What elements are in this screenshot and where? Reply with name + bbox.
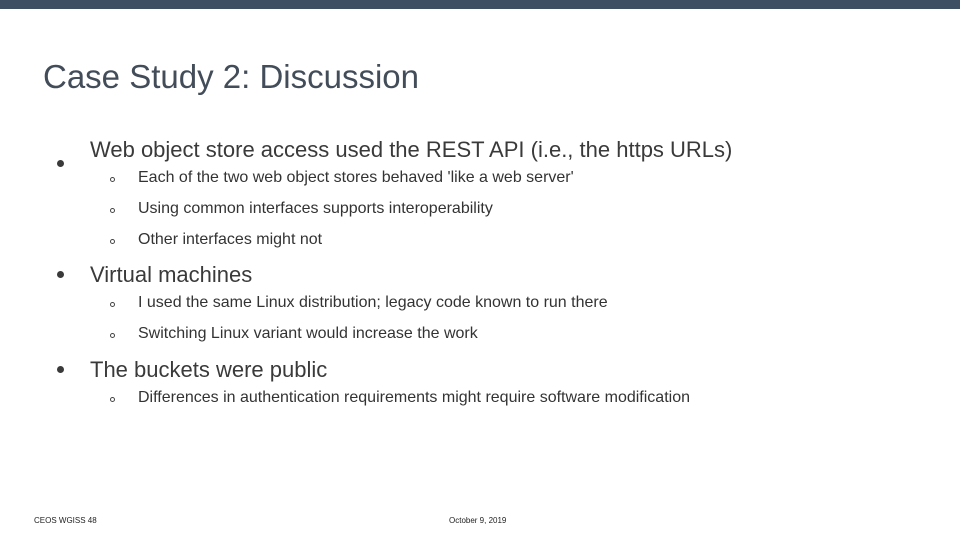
sub-bullet-item: Switching Linux variant would increase t…	[138, 325, 478, 342]
hollow-bullet-icon	[110, 302, 115, 307]
sub-bullet-item: Each of the two web object stores behave…	[138, 169, 574, 186]
sub-bullet-item: Differences in authentication requiremen…	[138, 389, 690, 406]
bullet-item: Virtual machines	[90, 262, 253, 287]
footer-date: October 9, 2019	[449, 516, 507, 525]
hollow-bullet-icon	[110, 333, 115, 338]
footer-event-label: CEOS WGISS 48	[34, 516, 97, 525]
bullet-list: Web object store access used the REST AP…	[0, 0, 960, 540]
hollow-bullet-icon	[110, 177, 115, 182]
sub-bullet-item: Using common interfaces supports interop…	[138, 200, 493, 217]
bullet-item: The buckets were public	[90, 357, 328, 382]
bullet-dot-icon	[57, 271, 64, 278]
bullet-dot-icon	[57, 366, 64, 373]
hollow-bullet-icon	[110, 397, 115, 402]
sub-bullet-item: I used the same Linux distribution; lega…	[138, 294, 608, 311]
bullet-item: Web object store access used the REST AP…	[90, 137, 733, 162]
hollow-bullet-icon	[110, 208, 115, 213]
sub-bullet-item: Other interfaces might not	[138, 231, 323, 248]
bullet-dot-icon	[57, 160, 64, 167]
hollow-bullet-icon	[110, 239, 115, 244]
